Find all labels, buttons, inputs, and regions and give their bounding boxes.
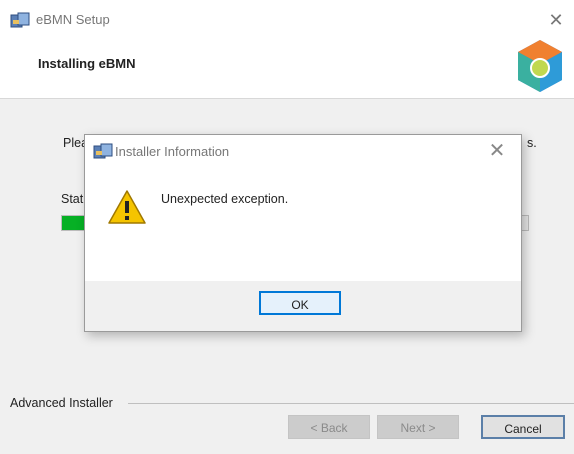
window-title: eBMN Setup xyxy=(36,12,110,27)
back-button[interactable]: < Back xyxy=(288,415,370,439)
install-message-tail: s. xyxy=(527,136,537,150)
step-header: Installing eBMN xyxy=(0,38,574,99)
footer-divider xyxy=(128,403,574,404)
ok-button[interactable]: OK xyxy=(259,291,341,315)
installer-package-icon xyxy=(93,143,113,159)
installer-package-icon xyxy=(10,12,30,28)
cancel-button[interactable]: Cancel xyxy=(481,415,565,439)
dialog-titlebar: Installer Information ✕ xyxy=(85,135,521,167)
dialog-message: Unexpected exception. xyxy=(161,192,289,206)
brand-label: Advanced Installer xyxy=(10,396,113,410)
step-title: Installing eBMN xyxy=(38,56,136,71)
dialog-close-button[interactable]: ✕ xyxy=(483,139,511,163)
progress-fill xyxy=(62,216,86,230)
dialog-title: Installer Information xyxy=(115,144,230,159)
installer-information-dialog: Installer Information ✕ Unexpected excep… xyxy=(84,134,522,332)
next-button[interactable]: Next > xyxy=(377,415,459,439)
setup-window: eBMN Setup ✕ Installing eBMN Plea s. Sta… xyxy=(0,0,574,454)
advanced-installer-logo-icon xyxy=(518,40,562,92)
window-titlebar: eBMN Setup ✕ xyxy=(0,0,574,38)
window-close-button[interactable]: ✕ xyxy=(542,8,570,32)
dialog-footer: OK xyxy=(85,281,521,331)
warning-icon xyxy=(108,190,146,224)
dialog-body: Unexpected exception. OK xyxy=(85,167,521,331)
status-label-fragment: Stat xyxy=(61,192,84,206)
